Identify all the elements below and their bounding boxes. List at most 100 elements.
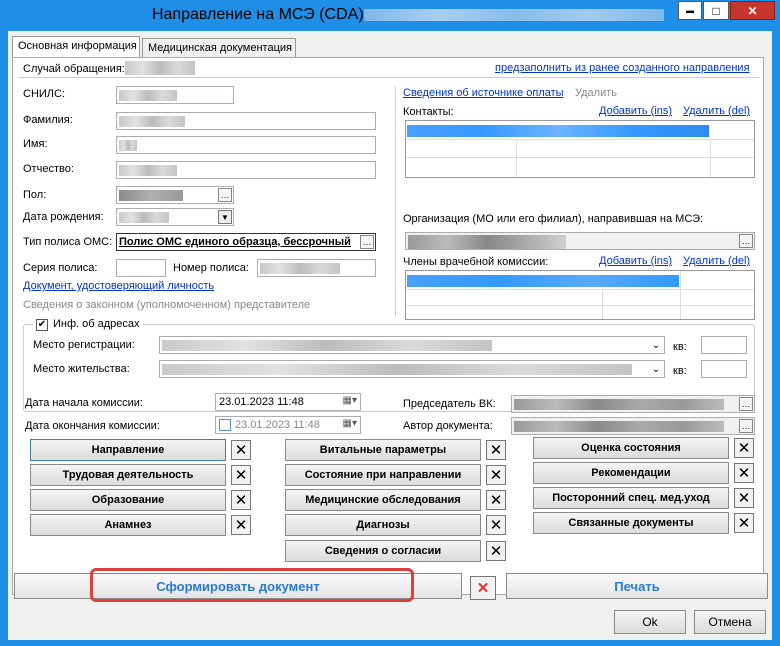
commission-members-label: Члены врачебной комиссии: [403, 256, 549, 268]
close-icon[interactable]: ✕ [231, 465, 251, 485]
chairman-input[interactable]: … [511, 395, 755, 413]
policy-number-label: Номер полиса: [173, 262, 249, 274]
address-group-label: Инф. об адресах [53, 318, 140, 330]
close-icon[interactable]: ✕ [734, 438, 754, 458]
cancel-button[interactable]: Отмена [694, 610, 766, 634]
end-date-input[interactable]: 23.01.2023 11:48 ▦▾ [215, 416, 361, 434]
print-button[interactable]: Печать [506, 573, 768, 599]
section-linked-docs-button[interactable]: Связанные документы [533, 512, 729, 534]
end-date-checkbox[interactable] [219, 419, 231, 431]
case-value [125, 61, 195, 75]
policy-series-input[interactable] [116, 259, 166, 277]
cancel-generate-icon[interactable]: ✕ [470, 576, 496, 600]
registration-label: Место регистрации: [33, 339, 135, 351]
sex-select-icon[interactable]: … [218, 188, 232, 202]
close-icon[interactable]: ✕ [734, 463, 754, 483]
residence-apt-label: кв: [673, 365, 687, 377]
policy-series-label: Серия полиса: [23, 262, 98, 274]
close-icon[interactable]: ✕ [734, 513, 754, 533]
section-exams-button[interactable]: Медицинские обследования [285, 489, 481, 511]
birth-date-input[interactable]: ▼ [116, 208, 234, 226]
section-labor-button[interactable]: Трудовая деятельность [30, 464, 226, 486]
ok-button[interactable]: Ok [614, 610, 686, 634]
column-divider [395, 86, 396, 316]
calendar-icon[interactable]: ▦▾ [343, 395, 357, 406]
section-assessment-button[interactable]: Оценка состояния [533, 437, 729, 459]
maximize-icon: □ [712, 3, 720, 18]
residence-label: Место жительства: [33, 363, 130, 375]
chevron-down-icon[interactable]: ⌄ [649, 338, 663, 352]
snils-label: СНИЛС: [23, 88, 66, 100]
registration-input[interactable]: ⌄ [159, 336, 665, 354]
title-bar[interactable]: Направление на МСЭ (CDA) - ▬ □ ✕ [0, 0, 780, 30]
legal-rep-label[interactable]: Сведения о законном (уполномоченном) пре… [23, 299, 310, 311]
close-icon[interactable]: ✕ [231, 440, 251, 460]
org-input[interactable]: … [405, 232, 755, 250]
close-icon[interactable]: ✕ [231, 515, 251, 535]
chevron-down-icon[interactable]: ▼ [218, 210, 232, 224]
start-date-label: Дата начала комиссии: [25, 397, 143, 409]
sex-label: Пол: [23, 189, 47, 201]
chairman-label: Председатель ВК: [403, 398, 496, 410]
contacts-label: Контакты: [403, 106, 454, 118]
maximize-button[interactable]: □ [703, 1, 729, 20]
tab-main-info[interactable]: Основная информация [12, 36, 140, 58]
close-button[interactable]: ✕ [730, 1, 775, 20]
title-blurred-patient [364, 9, 664, 21]
org-select-icon[interactable]: … [739, 234, 753, 248]
section-anamnesis-button[interactable]: Анамнез [30, 514, 226, 536]
contacts-add-link[interactable]: Добавить (ins) [599, 105, 672, 117]
section-direction-button[interactable]: Направление [30, 439, 226, 461]
window-title: Направление на МСЭ (CDA) - [152, 6, 374, 23]
identity-doc-link[interactable]: Документ, удостоверяющий личность [23, 280, 214, 292]
members-grid[interactable] [405, 270, 755, 320]
surname-input[interactable] [116, 112, 376, 130]
highlight-box [90, 568, 414, 602]
contacts-row-selected[interactable] [407, 125, 709, 137]
policy-type-select-icon[interactable]: … [360, 235, 374, 249]
chevron-down-icon[interactable]: ⌄ [649, 362, 663, 376]
policy-type-input[interactable]: Полис ОМС единого образца, бессрочный … [116, 233, 376, 251]
section-diagnoses-button[interactable]: Диагнозы [285, 514, 481, 536]
close-icon[interactable]: ✕ [231, 490, 251, 510]
close-icon[interactable]: ✕ [486, 515, 506, 535]
minimize-button[interactable]: ▬ [678, 1, 702, 20]
calendar-icon[interactable]: ▦▾ [343, 418, 357, 429]
close-icon[interactable]: ✕ [486, 465, 506, 485]
sex-input[interactable]: … [116, 186, 234, 204]
residence-input[interactable]: ⌄ [159, 360, 665, 378]
address-checkbox[interactable]: ✔ [36, 319, 48, 331]
contacts-grid[interactable] [405, 120, 755, 178]
members-row-selected[interactable] [407, 275, 679, 287]
section-care-button[interactable]: Посторонний спец. мед.уход [533, 487, 729, 509]
patronymic-label: Отчество: [23, 163, 74, 175]
snils-input[interactable] [116, 86, 234, 104]
payment-source-link[interactable]: Сведения об источнике оплаты [403, 87, 564, 99]
close-icon[interactable]: ✕ [486, 541, 506, 561]
author-label: Автор документа: [403, 420, 493, 432]
section-consent-button[interactable]: Сведения о согласии [285, 540, 481, 562]
registration-apt-input[interactable] [701, 336, 747, 354]
prefill-link[interactable]: предзаполнить из ранее созданного направ… [495, 62, 750, 74]
section-recommendations-button[interactable]: Рекомендации [533, 462, 729, 484]
section-education-button[interactable]: Образование [30, 489, 226, 511]
close-icon[interactable]: ✕ [734, 488, 754, 508]
tab-medical-docs[interactable]: Медицинская документация [142, 38, 296, 58]
dialog-client: Основная информация Медицинская документ… [8, 31, 772, 640]
section-condition-button[interactable]: Состояние при направлении [285, 464, 481, 486]
close-icon[interactable]: ✕ [486, 490, 506, 510]
chairman-select-icon[interactable]: … [739, 397, 753, 411]
name-input[interactable] [116, 136, 376, 154]
contacts-delete-link[interactable]: Удалить (del) [683, 105, 750, 117]
close-icon[interactable]: ✕ [486, 440, 506, 460]
residence-apt-input[interactable] [701, 360, 747, 378]
patronymic-input[interactable] [116, 161, 376, 179]
members-delete-link[interactable]: Удалить (del) [683, 255, 750, 267]
members-add-link[interactable]: Добавить (ins) [599, 255, 672, 267]
section-vitals-button[interactable]: Витальные параметры [285, 439, 481, 461]
policy-number-input[interactable] [257, 259, 376, 277]
start-date-input[interactable]: 23.01.2023 11:48 ▦▾ [215, 393, 361, 411]
policy-type-value: Полис ОМС единого образца, бессрочный [119, 236, 351, 248]
author-select-icon[interactable]: … [739, 419, 753, 433]
author-input[interactable]: … [511, 417, 755, 435]
